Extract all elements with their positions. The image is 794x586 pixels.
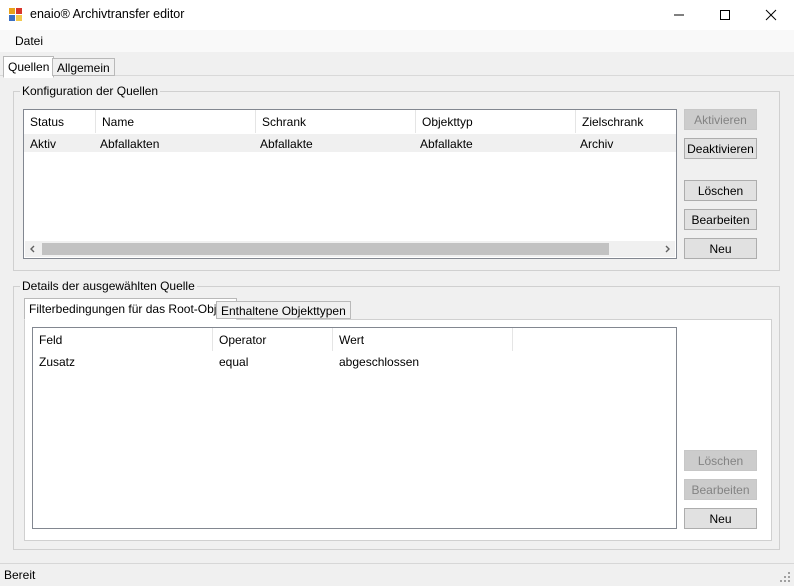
- sources-edit-button[interactable]: Bearbeiten: [684, 209, 757, 230]
- tab-allgemein[interactable]: Allgemein: [52, 58, 115, 76]
- sources-group-title: Konfiguration der Quellen: [20, 84, 161, 98]
- tab-enthaltene-objekttypen[interactable]: Enthaltene Objekttypen: [216, 301, 351, 319]
- sources-new-button[interactable]: Neu: [684, 238, 757, 259]
- scroll-left-icon[interactable]: [29, 245, 37, 253]
- column-header-status[interactable]: Status: [24, 110, 96, 133]
- column-header-operator[interactable]: Operator: [213, 328, 333, 351]
- window-title: enaio® Archivtransfer editor: [30, 7, 185, 21]
- details-group-title: Details der ausgewählten Quelle: [20, 279, 197, 293]
- column-header-objekttyp[interactable]: Objekttyp: [416, 110, 576, 133]
- resize-grip-icon[interactable]: [779, 571, 791, 583]
- close-icon: [765, 9, 777, 21]
- minimize-button[interactable]: [656, 0, 702, 30]
- cell-objekttyp: Abfallakte: [420, 137, 473, 151]
- tab-quellen[interactable]: Quellen: [3, 56, 55, 78]
- cell-schrank: Abfallakte: [260, 137, 313, 151]
- menu-datei[interactable]: Datei: [15, 34, 43, 48]
- scrollbar-thumb[interactable]: [42, 243, 609, 255]
- filter-delete-button[interactable]: Löschen: [684, 450, 757, 471]
- sources-delete-button[interactable]: Löschen: [684, 180, 757, 201]
- status-text: Bereit: [4, 568, 36, 582]
- column-header-schrank[interactable]: Schrank: [256, 110, 416, 133]
- filter-listview[interactable]: Feld Operator Wert Zusatz equal abgeschl…: [32, 327, 677, 529]
- deactivate-button[interactable]: Deaktivieren: [684, 138, 757, 159]
- column-header-feld[interactable]: Feld: [33, 328, 213, 351]
- scroll-right-icon[interactable]: [663, 245, 671, 253]
- minimize-icon: [674, 14, 684, 16]
- tab-strip-line: [0, 75, 794, 76]
- filter-edit-button[interactable]: Bearbeiten: [684, 479, 757, 500]
- cell-wert: abgeschlossen: [339, 355, 420, 369]
- tab-filterbedingungen[interactable]: Filterbedingungen für das Root-Objekt: [24, 298, 238, 320]
- filter-new-button[interactable]: Neu: [684, 508, 757, 529]
- menu-bar: [0, 30, 794, 52]
- column-header-zielschrank[interactable]: Zielschrank: [576, 110, 676, 133]
- cell-feld: Zusatz: [39, 355, 76, 369]
- maximize-button[interactable]: [702, 0, 748, 30]
- status-bar: [0, 563, 794, 586]
- enaio-app-icon: [9, 8, 22, 21]
- column-header-wert[interactable]: Wert: [333, 328, 513, 351]
- cell-status: Aktiv: [30, 137, 57, 151]
- cell-operator: equal: [219, 355, 249, 369]
- activate-button[interactable]: Aktivieren: [684, 109, 757, 130]
- sources-listview[interactable]: Status Name Schrank Objekttyp Zielschran…: [23, 109, 677, 259]
- cell-zielschrank: Archiv: [580, 137, 614, 151]
- cell-name: Abfallakten: [100, 137, 160, 151]
- column-header-name[interactable]: Name: [96, 110, 256, 133]
- maximize-icon: [720, 10, 730, 20]
- close-button[interactable]: [748, 0, 794, 30]
- horizontal-scrollbar[interactable]: [25, 241, 675, 257]
